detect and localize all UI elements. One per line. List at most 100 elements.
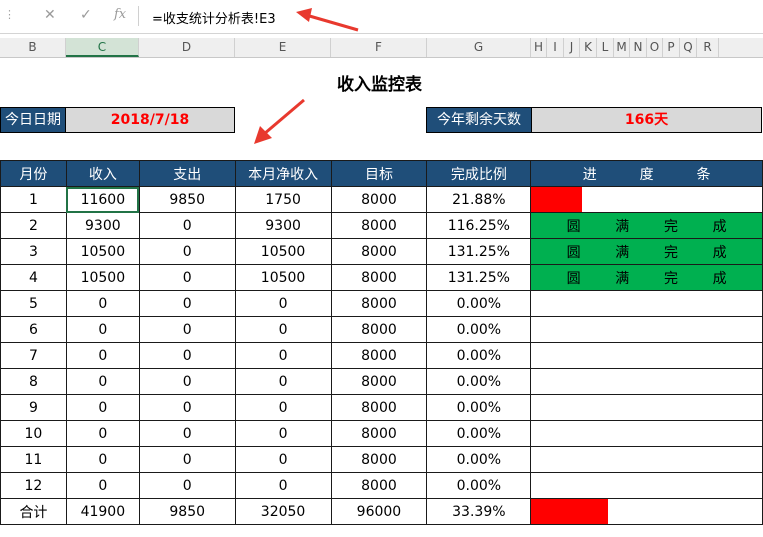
progress-cell[interactable] — [530, 186, 763, 213]
cell-income[interactable]: 0 — [65, 342, 140, 369]
cell-target[interactable]: 8000 — [330, 446, 428, 473]
cell-ratio[interactable]: 33.39% — [426, 498, 532, 525]
cell-income[interactable]: 0 — [65, 394, 140, 421]
header-income[interactable]: 收入 — [65, 160, 140, 187]
cell-month[interactable]: 5 — [0, 290, 67, 317]
cell-month[interactable]: 3 — [0, 238, 67, 265]
progress-cell[interactable] — [530, 498, 763, 525]
cell-target[interactable]: 8000 — [330, 420, 428, 447]
cell-expense[interactable]: 0 — [138, 368, 236, 395]
cell-expense[interactable]: 0 — [138, 420, 236, 447]
cell-ratio[interactable]: 0.00% — [426, 394, 532, 421]
column-header-p[interactable]: P — [663, 38, 680, 57]
cell-net-income[interactable]: 10500 — [234, 238, 332, 265]
cell-ratio[interactable]: 0.00% — [426, 446, 532, 473]
column-header-o[interactable]: O — [647, 38, 663, 57]
cell-expense[interactable]: 0 — [138, 316, 236, 343]
remaining-days-value[interactable]: 166天 — [531, 108, 761, 132]
progress-cell[interactable] — [530, 446, 763, 473]
column-header-r[interactable]: R — [697, 38, 719, 57]
cell-net-income[interactable]: 32050 — [234, 498, 332, 525]
header-progress[interactable]: 进 度 条 — [530, 160, 763, 187]
column-header-g[interactable]: G — [427, 38, 531, 57]
cell-expense[interactable]: 0 — [138, 212, 236, 239]
cell-expense[interactable]: 9850 — [138, 498, 236, 525]
cell-ratio[interactable]: 0.00% — [426, 420, 532, 447]
cancel-icon[interactable]: ✕ — [44, 7, 56, 23]
cell-income[interactable]: 0 — [65, 420, 140, 447]
cell-target[interactable]: 8000 — [330, 368, 428, 395]
cell-net-income[interactable]: 0 — [234, 342, 332, 369]
cell-month[interactable]: 4 — [0, 264, 67, 291]
column-header-d[interactable]: D — [139, 38, 235, 57]
header-ratio[interactable]: 完成比例 — [426, 160, 532, 187]
cell-net-income[interactable]: 9300 — [234, 212, 332, 239]
cell-target[interactable]: 8000 — [330, 186, 428, 213]
cell-target[interactable]: 8000 — [330, 342, 428, 369]
column-header-c[interactable]: C — [66, 38, 139, 57]
column-header-l[interactable]: L — [597, 38, 614, 57]
cell-expense[interactable]: 0 — [138, 472, 236, 499]
column-header-q[interactable]: Q — [680, 38, 697, 57]
cell-income[interactable]: 9300 — [65, 212, 140, 239]
column-header-h[interactable]: H — [531, 38, 547, 57]
header-net-income[interactable]: 本月净收入 — [234, 160, 332, 187]
column-header-k[interactable]: K — [580, 38, 597, 57]
cell-net-income[interactable]: 0 — [234, 420, 332, 447]
cell-month[interactable]: 合计 — [0, 498, 67, 525]
cell-target[interactable]: 8000 — [330, 290, 428, 317]
progress-cell[interactable] — [530, 394, 763, 421]
column-header-m[interactable]: M — [614, 38, 630, 57]
cell-income[interactable]: 10500 — [65, 238, 140, 265]
cell-net-income[interactable]: 1750 — [234, 186, 332, 213]
cell-ratio[interactable]: 131.25% — [426, 238, 532, 265]
formula-input[interactable]: =收支统计分析表!E3 — [152, 8, 276, 27]
cell-target[interactable]: 8000 — [330, 212, 428, 239]
progress-cell[interactable] — [530, 420, 763, 447]
column-header-i[interactable]: I — [547, 38, 564, 57]
cell-month[interactable]: 8 — [0, 368, 67, 395]
cell-expense[interactable]: 0 — [138, 446, 236, 473]
column-header-e[interactable]: E — [235, 38, 331, 57]
cell-income[interactable]: 11600 — [65, 186, 140, 213]
header-expense[interactable]: 支出 — [138, 160, 236, 187]
enter-icon[interactable]: ✓ — [80, 7, 92, 23]
cell-expense[interactable]: 0 — [138, 394, 236, 421]
drag-handle-icon[interactable]: ⋮ — [4, 8, 15, 21]
progress-cell[interactable]: 圆满完成 — [530, 212, 763, 239]
cell-expense[interactable]: 9850 — [138, 186, 236, 213]
column-header-f[interactable]: F — [331, 38, 427, 57]
cell-net-income[interactable]: 0 — [234, 290, 332, 317]
cell-expense[interactable]: 0 — [138, 264, 236, 291]
cell-income[interactable]: 0 — [65, 446, 140, 473]
cell-income[interactable]: 10500 — [65, 264, 140, 291]
column-header-n[interactable]: N — [630, 38, 647, 57]
cell-target[interactable]: 96000 — [330, 498, 428, 525]
progress-cell[interactable]: 圆满完成 — [530, 264, 763, 291]
cell-income[interactable]: 0 — [65, 368, 140, 395]
progress-cell[interactable] — [530, 342, 763, 369]
cell-month[interactable]: 6 — [0, 316, 67, 343]
cell-target[interactable]: 8000 — [330, 394, 428, 421]
progress-cell[interactable] — [530, 316, 763, 343]
column-header-j[interactable]: J — [564, 38, 580, 57]
column-header-b[interactable]: B — [0, 38, 66, 57]
header-target[interactable]: 目标 — [330, 160, 428, 187]
progress-cell[interactable] — [530, 290, 763, 317]
cell-income[interactable]: 0 — [65, 472, 140, 499]
header-month[interactable]: 月份 — [0, 160, 67, 187]
cell-expense[interactable]: 0 — [138, 290, 236, 317]
progress-cell[interactable] — [530, 472, 763, 499]
cell-target[interactable]: 8000 — [330, 238, 428, 265]
cell-month[interactable]: 7 — [0, 342, 67, 369]
cell-net-income[interactable]: 0 — [234, 316, 332, 343]
cell-target[interactable]: 8000 — [330, 472, 428, 499]
cell-expense[interactable]: 0 — [138, 342, 236, 369]
cell-income[interactable]: 41900 — [65, 498, 140, 525]
cell-ratio[interactable]: 0.00% — [426, 368, 532, 395]
cell-ratio[interactable]: 131.25% — [426, 264, 532, 291]
cell-net-income[interactable]: 0 — [234, 472, 332, 499]
cell-month[interactable]: 10 — [0, 420, 67, 447]
cell-month[interactable]: 2 — [0, 212, 67, 239]
cell-month[interactable]: 12 — [0, 472, 67, 499]
